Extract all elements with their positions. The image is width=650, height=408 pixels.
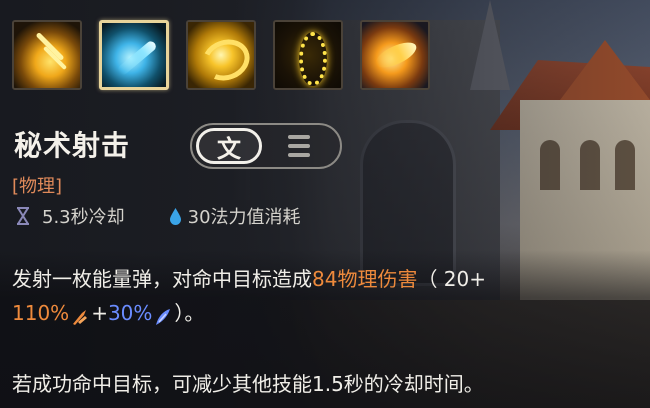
blue-projectile-icon (102, 23, 166, 87)
plus-sign: + (91, 301, 108, 325)
ap-ratio: 30% (107, 301, 153, 325)
skill-icon-5[interactable] (360, 20, 430, 90)
desc-text: 发射一枚能量弹，对命中目标造成 (12, 267, 312, 291)
cooldown-text: 5.3秒冷却 (42, 207, 125, 228)
skill-description: 发射一枚能量弹，对命中目标造成 84物理伤害（ 20+ 110% + 30% ）。 (12, 262, 642, 330)
list-view-icon[interactable] (286, 135, 312, 157)
damage-highlight: 84物理伤害 (312, 267, 418, 291)
text-view-button[interactable]: 文 (196, 128, 262, 164)
skill-icon-3[interactable] (186, 20, 256, 90)
desc-text: （ 20+ (417, 267, 487, 291)
description-line-2: 110% + 30% ）。 (12, 296, 642, 330)
ad-ratio: 110% (12, 301, 70, 325)
hourglass-icon (16, 207, 30, 225)
description-line-1: 发射一枚能量弹，对命中目标造成 84物理伤害（ 20+ (12, 262, 642, 296)
description-line-3: 若成功命中目标，可减少其他技能1.5秒的冷却时间。 (12, 372, 484, 396)
golden-swirl-icon (188, 22, 254, 88)
skill-icon-1[interactable] (12, 20, 82, 90)
attack-damage-icon (70, 303, 90, 325)
fire-comet-icon (362, 22, 428, 88)
desc-text: ）。 (174, 301, 205, 325)
skill-bar (12, 20, 430, 90)
lightning-streak-icon (14, 22, 80, 88)
skill-title: 秘术射击 (14, 129, 131, 162)
ability-power-icon (153, 303, 173, 325)
skill-stats: 5.3秒冷却 30法力值消耗 (16, 203, 301, 229)
sparkle-ring-icon (275, 22, 341, 88)
skill-icon-2[interactable] (99, 20, 169, 90)
mana-drop-icon (169, 207, 182, 225)
skill-icon-4[interactable] (273, 20, 343, 90)
view-toggle: 文 (190, 123, 342, 169)
mana-cost-text: 30法力值消耗 (187, 207, 301, 228)
text-view-glyph: 文 (217, 134, 241, 163)
damage-type-tag: [物理] (12, 176, 63, 197)
